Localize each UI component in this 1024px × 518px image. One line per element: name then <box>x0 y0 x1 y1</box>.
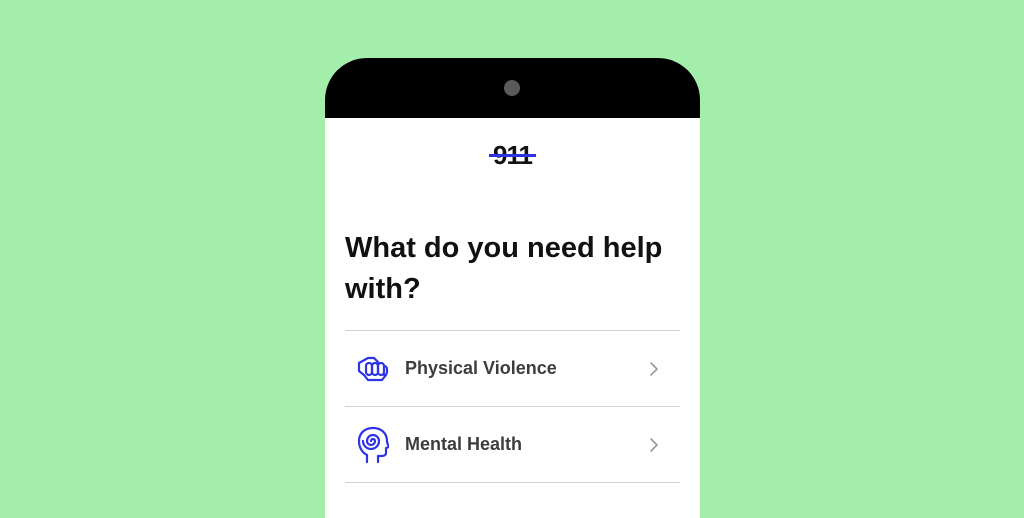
menu-item-mental-health[interactable]: Mental Health <box>345 407 680 483</box>
menu-item-label: Physical Violence <box>405 358 557 378</box>
camera-icon <box>504 80 520 96</box>
phone-notch-bar <box>325 58 700 118</box>
menu-item-label: Mental Health <box>405 434 523 454</box>
fist-icon <box>355 351 391 387</box>
chevron-right-icon <box>644 435 664 455</box>
phone-frame: 911 What do you need help with? Physical… <box>325 58 700 518</box>
chevron-right-icon <box>644 359 664 379</box>
logo-strike-line <box>489 154 536 157</box>
page-title: What do you need help with? <box>345 232 663 305</box>
app-logo: 911 <box>325 140 700 171</box>
help-menu: Physical Violence Mental Health <box>345 330 680 483</box>
head-spiral-icon <box>355 426 391 463</box>
menu-item-physical-violence[interactable]: Physical Violence <box>345 331 680 407</box>
